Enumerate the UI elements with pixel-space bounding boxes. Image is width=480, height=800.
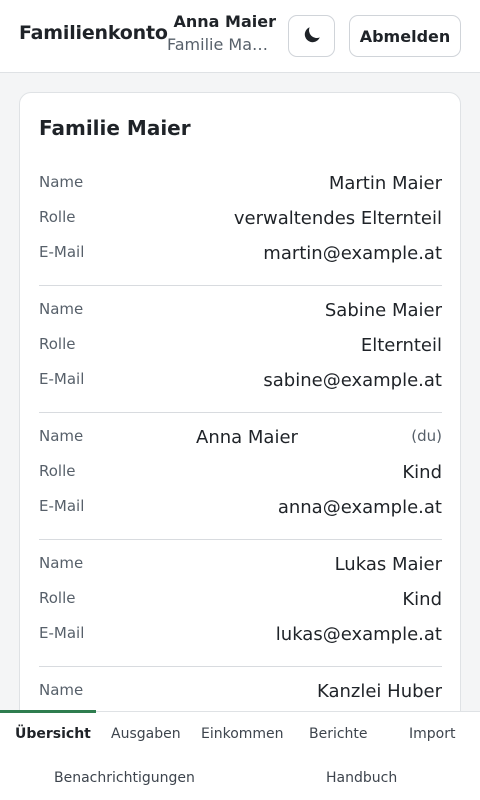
active-tab-indicator: [0, 710, 96, 713]
email-label: E-Mail: [39, 370, 85, 388]
role-label: Rolle: [39, 208, 76, 226]
you-marker: (du): [411, 427, 442, 445]
member-name: Anna Maier: [196, 427, 298, 448]
member-list: Name Martin Maier Rolle verwaltendes Elt…: [39, 159, 442, 759]
current-user: Anna Maier Familie Maier: [166, 12, 276, 54]
tab-overview[interactable]: Übersicht: [15, 726, 91, 742]
moon-icon: [301, 24, 323, 49]
member-name-row: Name Martin Maier: [39, 169, 442, 204]
email-label: E-Mail: [39, 497, 85, 515]
member-name-row: Name Sabine Maier: [39, 296, 442, 331]
bottom-navigation: Übersicht Ausgaben Einkommen Berichte Im…: [0, 710, 480, 800]
member-email-row: E-Mail anna@example.at: [39, 493, 442, 528]
member-name: Kanzlei Huber: [316, 681, 442, 702]
tab-income[interactable]: Einkommen: [201, 726, 284, 742]
tab-reports[interactable]: Berichte: [309, 726, 368, 742]
theme-toggle-button[interactable]: [288, 15, 335, 57]
email-label: E-Mail: [39, 243, 85, 261]
user-family: Familie Maier: [167, 35, 269, 54]
member-email: sabine@example.at: [263, 370, 442, 391]
member-name: Martin Maier: [328, 173, 442, 194]
member-item: Name Sabine Maier Rolle Elternteil E-Mai…: [39, 286, 442, 413]
app-title: Familienkonto: [19, 22, 168, 44]
name-label: Name: [39, 300, 84, 318]
member-role-row: Rolle Kind: [39, 458, 442, 493]
tab-expenses[interactable]: Ausgaben: [111, 726, 181, 742]
member-name-row: Name Kanzlei Huber: [39, 677, 442, 712]
member-email-row: E-Mail sabine@example.at: [39, 366, 442, 401]
member-role: verwaltendes Elternteil: [233, 208, 442, 229]
member-role: Kind: [402, 462, 442, 483]
family-card: Familie Maier Name Martin Maier Rolle ve…: [19, 92, 461, 759]
role-label: Rolle: [39, 335, 76, 353]
member-name: Sabine Maier: [324, 300, 442, 321]
tab-manual[interactable]: Handbuch: [326, 770, 397, 786]
member-email: anna@example.at: [277, 497, 442, 518]
top-bar: Familienkonto Anna Maier Familie Maier A…: [0, 0, 480, 73]
member-item: Name Martin Maier Rolle verwaltendes Elt…: [39, 159, 442, 286]
member-role-row: Rolle Kind: [39, 585, 442, 620]
member-email-row: E-Mail martin@example.at: [39, 239, 442, 274]
card-title: Familie Maier: [39, 116, 191, 140]
user-name: Anna Maier: [173, 12, 276, 31]
name-label: Name: [39, 427, 84, 445]
tab-notifications[interactable]: Benachrichtigungen: [54, 770, 195, 786]
name-label: Name: [39, 554, 84, 572]
member-role-row: Rolle Elternteil: [39, 331, 442, 366]
member-email: martin@example.at: [263, 243, 442, 264]
member-role: Elternteil: [360, 335, 442, 356]
member-name-row: Name Anna Maier (du): [39, 423, 442, 458]
member-name-row: Name Lukas Maier: [39, 550, 442, 585]
role-label: Rolle: [39, 462, 76, 480]
logout-button[interactable]: Abmelden: [349, 15, 461, 57]
name-label: Name: [39, 173, 84, 191]
role-label: Rolle: [39, 589, 76, 607]
tab-import[interactable]: Import: [409, 726, 455, 742]
member-item-current-user: Name Anna Maier (du) Rolle Kind E-Mail a…: [39, 413, 442, 540]
member-email: lukas@example.at: [275, 624, 442, 645]
member-name: Lukas Maier: [334, 554, 442, 575]
member-role-row: Rolle verwaltendes Elternteil: [39, 204, 442, 239]
email-label: E-Mail: [39, 624, 85, 642]
member-item: Name Lukas Maier Rolle Kind E-Mail lukas…: [39, 540, 442, 667]
name-label: Name: [39, 681, 84, 699]
member-role: Kind: [402, 589, 442, 610]
member-email-row: E-Mail lukas@example.at: [39, 620, 442, 655]
